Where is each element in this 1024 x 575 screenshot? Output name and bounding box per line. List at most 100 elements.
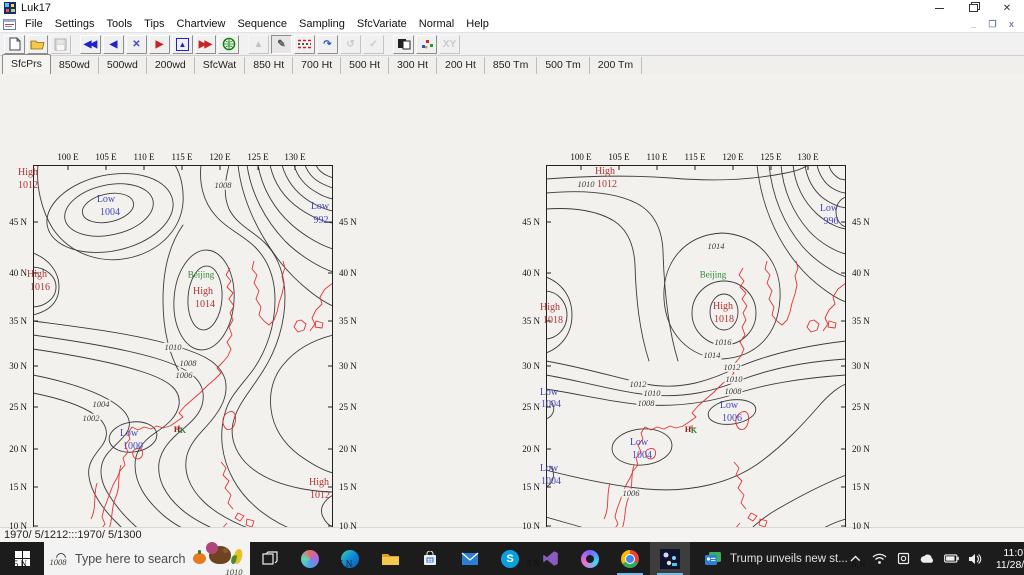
corn-icon xyxy=(232,548,244,565)
luk17-app-button[interactable] xyxy=(650,542,690,575)
window-title: Luk17 xyxy=(21,2,51,14)
axes-xy-button: XY xyxy=(439,34,460,54)
news-headline: Trump unveils new st... xyxy=(730,552,848,565)
pressure-center-label: Low xyxy=(96,194,116,205)
go-last-icon: ▶▶ xyxy=(198,38,212,50)
contour-value-label: 1012 xyxy=(722,361,742,372)
pressure-center-label: High xyxy=(27,269,47,280)
minimize-icon[interactable] xyxy=(922,0,956,16)
lat-label: 5 N xyxy=(852,559,866,569)
pressure-center-label: High xyxy=(18,167,38,178)
mdi-close-icon[interactable]: x xyxy=(1005,19,1018,29)
play-icon: ▶ xyxy=(155,38,164,50)
contour-value-label: 1010 xyxy=(642,387,662,398)
lat-label: 40 N xyxy=(852,268,870,278)
lat-label: 25 N xyxy=(9,402,27,412)
file-explorer-button[interactable] xyxy=(370,542,410,575)
tab-850ht[interactable]: 850 Ht xyxy=(245,57,294,74)
pressure-map-right[interactable]: 100 E100 E105 E105 E110 E110 E115 E115 E… xyxy=(522,152,870,575)
taskbar: Type here to search S Trump unveils new … xyxy=(0,542,1024,575)
globe-button[interactable] xyxy=(218,34,239,54)
lat-label: 45 N xyxy=(522,217,540,227)
tab-700ht[interactable]: 700 Ht xyxy=(293,57,342,74)
mail-button[interactable] xyxy=(450,542,490,575)
skype-button[interactable]: S xyxy=(490,542,530,575)
tab-850wd[interactable]: 850wd xyxy=(51,57,99,74)
lat-label: 15 N xyxy=(339,482,357,492)
store-button[interactable] xyxy=(410,542,450,575)
menu-tips[interactable]: Tips xyxy=(138,17,170,31)
store-icon xyxy=(424,550,436,565)
new-file-icon xyxy=(9,37,20,51)
pressure-center-label: Low xyxy=(819,203,839,214)
stop-icon: ✕ xyxy=(132,38,141,50)
menu-tools[interactable]: Tools xyxy=(100,17,138,31)
device-icon[interactable] xyxy=(896,551,911,566)
loop-icon xyxy=(581,549,599,568)
menu-sampling[interactable]: Sampling xyxy=(293,17,351,31)
open-file-button[interactable] xyxy=(27,34,48,54)
mdi-restore-icon[interactable]: ❐ xyxy=(986,19,999,30)
contour-lines-button[interactable] xyxy=(294,34,315,54)
battery-icon[interactable] xyxy=(943,551,959,566)
tab-300ht[interactable]: 300 Ht xyxy=(389,57,437,74)
chrome-button[interactable] xyxy=(610,542,650,575)
tab-200tm[interactable]: 200 Tm xyxy=(590,57,643,74)
restore-icon[interactable] xyxy=(956,0,990,16)
stop-button[interactable]: ✕ xyxy=(126,34,147,54)
menu-settings[interactable]: Settings xyxy=(49,17,101,31)
menu-sequence[interactable]: Sequence xyxy=(231,17,293,31)
go-last-button[interactable]: ▶▶ xyxy=(195,34,216,54)
scatter-button[interactable] xyxy=(416,34,437,54)
menu-help[interactable]: Help xyxy=(460,17,495,31)
onedrive-icon[interactable] xyxy=(920,551,935,566)
news-widget[interactable]: Trump unveils new st... xyxy=(704,551,848,567)
news-icon xyxy=(705,551,721,565)
wifi-icon[interactable] xyxy=(872,551,887,566)
lat-label: 15 N xyxy=(522,482,540,492)
pen-button[interactable]: ✎ xyxy=(271,34,292,54)
window-layout-button[interactable] xyxy=(393,34,414,54)
fit-frame-button[interactable]: ▲ xyxy=(172,34,193,54)
pressure-center-label: K xyxy=(179,426,187,435)
go-first-button[interactable]: ◀◀ xyxy=(80,34,101,54)
menu-normal[interactable]: Normal xyxy=(413,17,460,31)
menu-chartview[interactable]: Chartview xyxy=(171,17,232,31)
contour-value-label: 1002 xyxy=(81,412,101,423)
lat-label: 40 N xyxy=(522,268,540,278)
lon-label: 130 E xyxy=(797,152,819,162)
contour-value-label: 1006 xyxy=(621,487,641,498)
menu-sfcvariate[interactable]: SfcVariate xyxy=(351,17,413,31)
step-back-button[interactable]: ◀ xyxy=(103,34,124,54)
tab-500ht[interactable]: 500 Ht xyxy=(341,57,390,74)
chart-tab-bar: SfcPrs 850wd 500wd 200wd SfcWat 850 Ht 700 Ht 5… xyxy=(0,54,1024,75)
loop-button[interactable] xyxy=(570,542,610,575)
stream-arrow-button[interactable]: ↷ xyxy=(317,34,338,54)
open-file-icon xyxy=(30,40,45,50)
search-input[interactable]: Type here to search xyxy=(44,542,250,575)
tab-850tm[interactable]: 850 Tm xyxy=(485,57,538,74)
task-view-button[interactable] xyxy=(250,542,290,575)
close-icon[interactable]: ✕ xyxy=(990,0,1024,16)
tab-sfcwat[interactable]: SfcWat xyxy=(195,57,246,74)
status-bar: 1970/ 5/1212:::1970/ 5/1300 xyxy=(0,527,1024,542)
menu-file[interactable]: File xyxy=(19,17,49,31)
mdi-minimize-icon[interactable]: _ xyxy=(967,19,980,29)
tab-200wd[interactable]: 200wd xyxy=(147,57,195,74)
contour-value-label: 1010 xyxy=(576,178,596,189)
pressure-map-left[interactable]: 100 E100 E105 E105 E110 E110 E115 E115 E… xyxy=(9,152,357,575)
volume-icon[interactable] xyxy=(968,551,983,566)
tab-sfcprs[interactable]: SfcPrs xyxy=(2,54,51,75)
search-placeholder: Type here to search xyxy=(75,551,186,566)
lon-label: 110 E xyxy=(646,152,668,162)
copilot-button[interactable] xyxy=(290,542,330,575)
new-file-button[interactable] xyxy=(4,34,25,54)
clock[interactable]: 11:07 PM 11/28/2024 xyxy=(996,547,1024,571)
contour-value-label: 1006 xyxy=(174,369,194,380)
lon-label: 105 E xyxy=(95,152,117,162)
lat-label: 35 N xyxy=(339,316,357,326)
tab-500tm[interactable]: 500 Tm xyxy=(537,57,590,74)
tab-200ht[interactable]: 200 Ht xyxy=(437,57,485,74)
tab-500wd[interactable]: 500wd xyxy=(99,57,147,74)
play-button[interactable]: ▶ xyxy=(149,34,170,54)
